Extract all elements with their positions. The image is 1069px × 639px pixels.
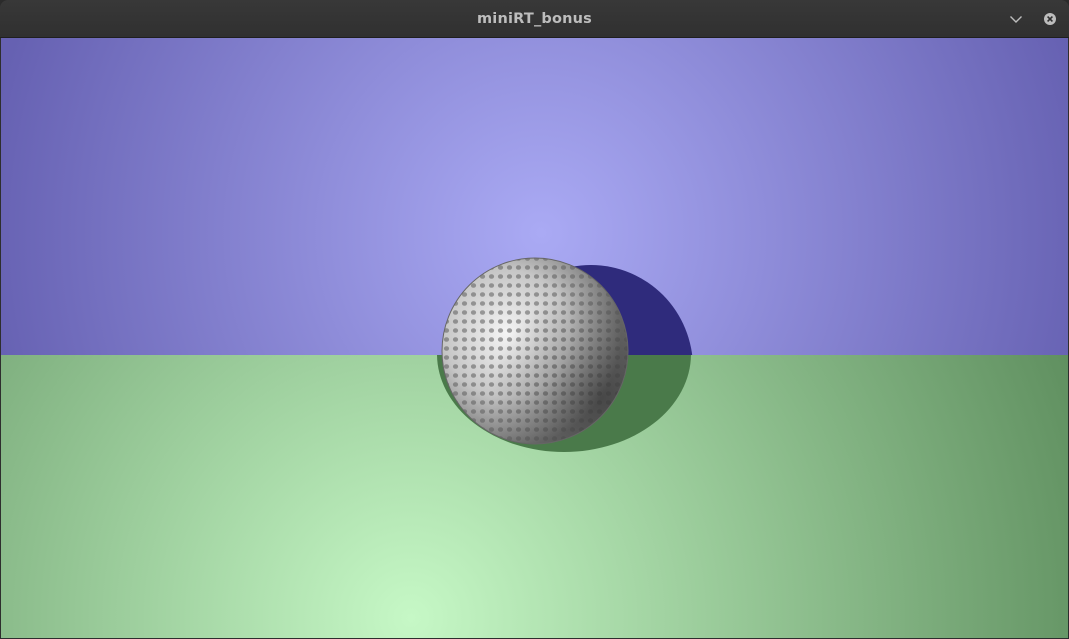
close-button[interactable] — [1040, 9, 1060, 29]
minimize-button[interactable] — [1006, 9, 1026, 29]
title-bar[interactable]: miniRT_bonus — [0, 0, 1069, 38]
window-title: miniRT_bonus — [476, 11, 593, 27]
close-icon — [1044, 13, 1056, 25]
render-viewport — [1, 38, 1068, 638]
rendered-scene — [1, 38, 1068, 638]
app-window: miniRT_bonus — [0, 0, 1069, 639]
chevron-down-icon — [1010, 16, 1022, 23]
